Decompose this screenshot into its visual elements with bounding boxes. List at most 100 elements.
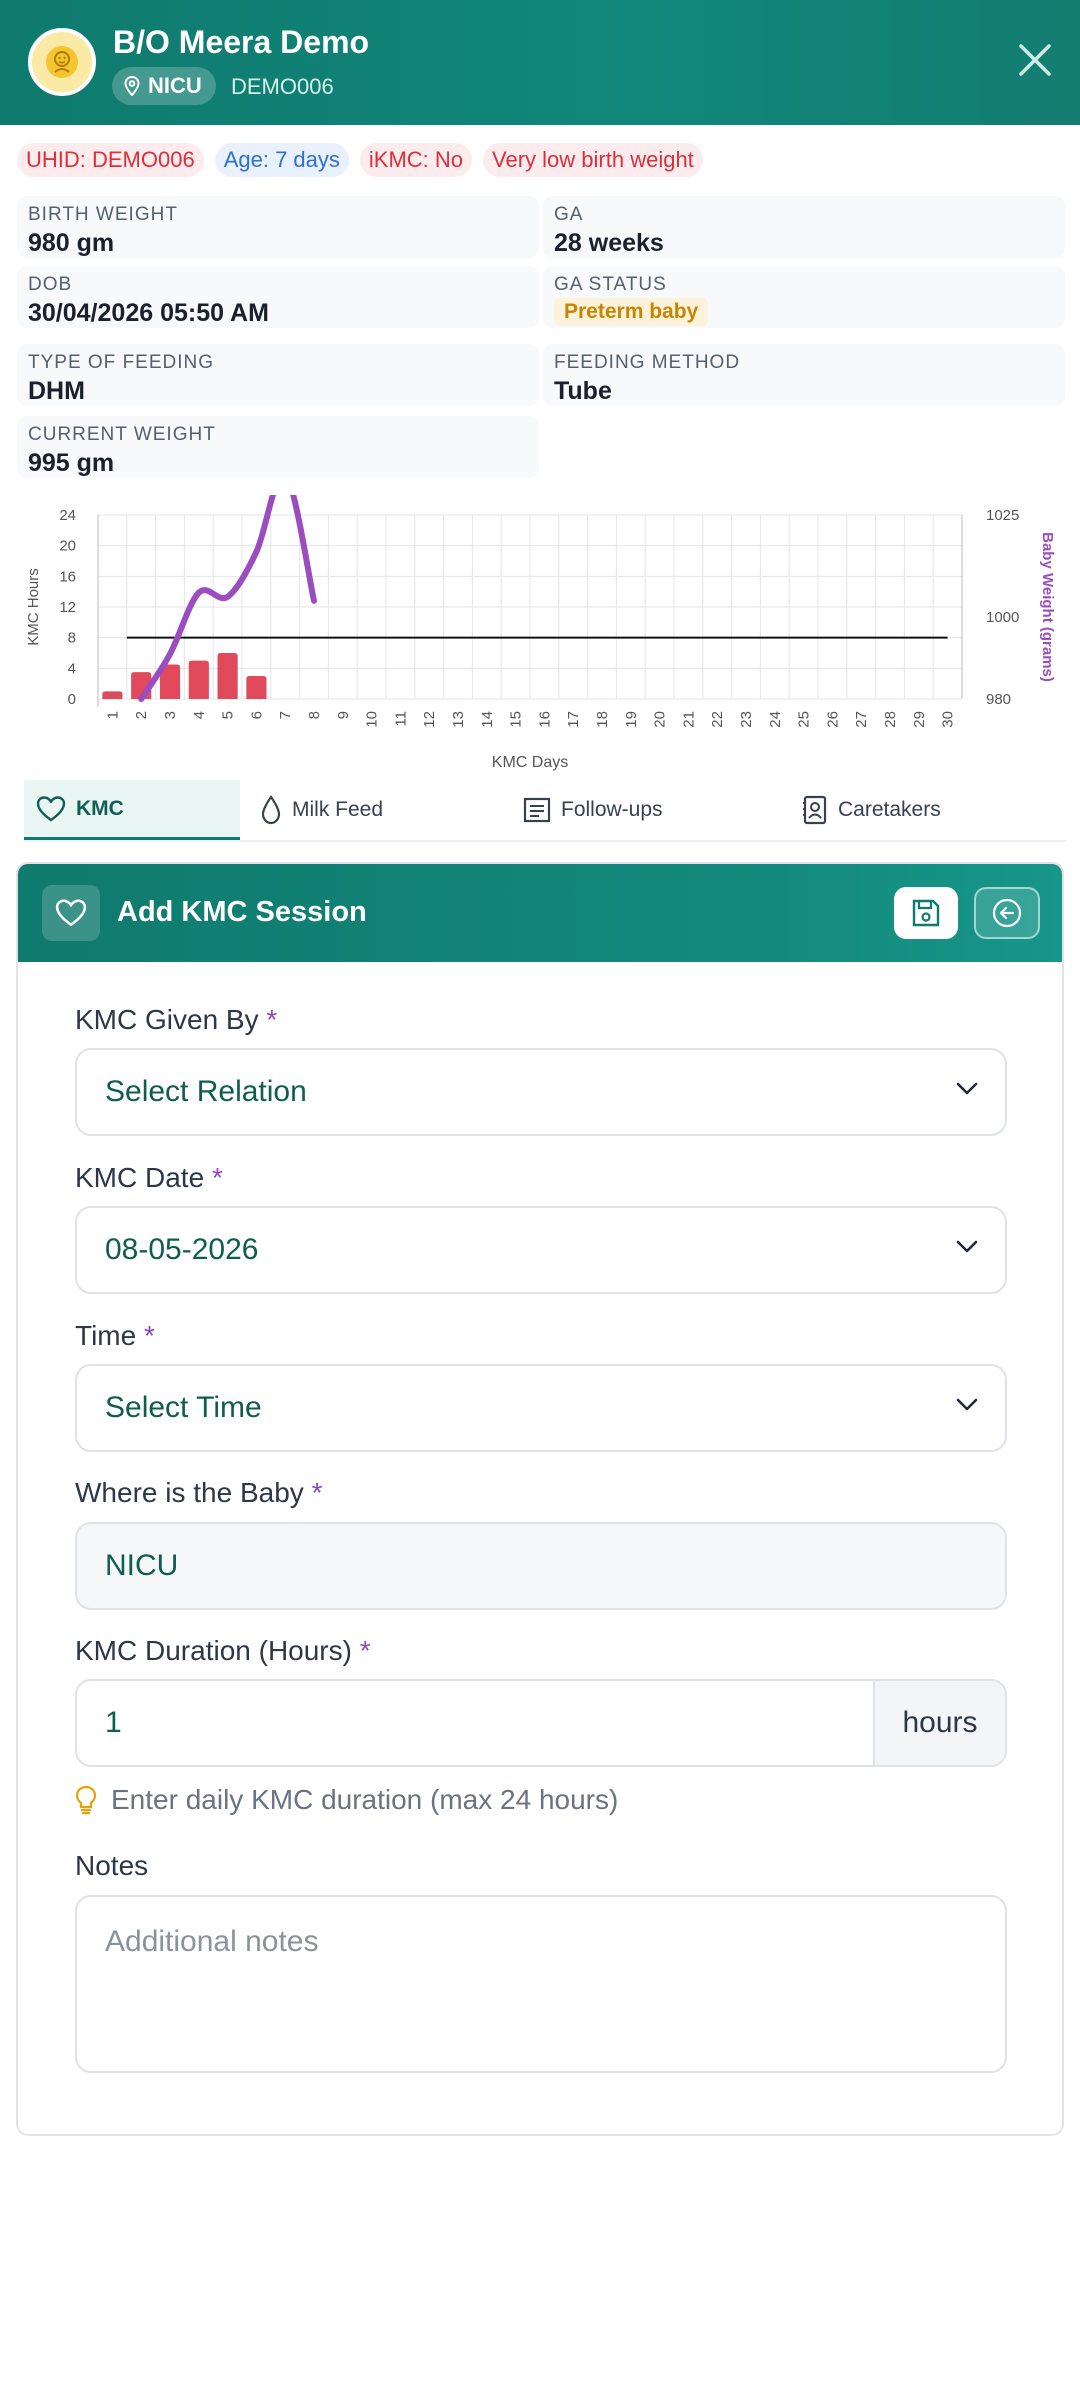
x-tick-label: 3 [162, 711, 179, 719]
given-by-value: Select Relation [105, 1075, 307, 1108]
x-tick-label: 18 [594, 711, 611, 728]
y-tick-label: 16 [59, 568, 76, 585]
tab-milk-feed[interactable]: Milk Feed [260, 780, 383, 840]
required-mark: * [359, 1635, 371, 1666]
given-by-select[interactable]: Select Relation [75, 1048, 1007, 1136]
y-tick-label: 0 [68, 691, 76, 708]
duration-field: 1 hours [75, 1679, 1007, 1767]
required-mark: * [143, 1320, 155, 1351]
tab-kmc-label: KMC [76, 796, 124, 820]
required-mark: * [311, 1477, 323, 1508]
current-weight-label: CURRENT WEIGHT [28, 424, 216, 445]
duration-hint-text: Enter daily KMC duration (max 24 hours) [111, 1784, 619, 1815]
required-mark: * [211, 1162, 223, 1193]
x-tick-label: 20 [652, 711, 669, 728]
patient-tags: UHID: DEMO006 Age: 7 days iKMC: No Very … [17, 143, 703, 177]
tab-follow-ups[interactable]: Follow-ups [523, 780, 663, 840]
duration-unit: hours [873, 1681, 1005, 1765]
x-tick-label: 7 [277, 711, 294, 719]
tab-kmc[interactable]: KMC [24, 780, 240, 840]
chevron-down-icon [956, 1082, 978, 1095]
x-tick-label: 30 [940, 711, 957, 728]
where-label-text: Where is the Baby [75, 1477, 304, 1508]
current-weight-card: CURRENT WEIGHT 995 gm [17, 416, 539, 478]
contact-icon [803, 795, 827, 825]
x-tick-label: 17 [565, 711, 582, 728]
kmc-hours-bar [188, 660, 209, 699]
birth-weight-category-chip: Very low birth weight [483, 143, 703, 177]
chevron-down-icon [956, 1240, 978, 1253]
x-tick-label: 23 [738, 711, 755, 728]
location-pin-icon [124, 76, 140, 96]
ga-card: GA 28 weeks [543, 196, 1065, 258]
card-heart-icon [42, 885, 100, 941]
card-title: Add KMC Session [117, 896, 367, 928]
feeding-method-card: FEEDING METHOD Tube [543, 344, 1065, 406]
duration-label-text: KMC Duration (Hours) [75, 1635, 352, 1666]
notes-textarea[interactable]: Additional notes [75, 1895, 1007, 2073]
dob-label: DOB [28, 274, 73, 295]
y2-axis-title: Baby Weight (grams) [1039, 532, 1056, 682]
x-tick-label: 25 [796, 711, 813, 728]
y2-tick-label: 980 [986, 691, 1011, 708]
kmc-hours-bar [102, 691, 123, 699]
x-tick-label: 13 [450, 711, 467, 728]
ga-status-card: GA STATUS Preterm baby [543, 266, 1065, 328]
ga-label: GA [554, 204, 584, 225]
birth-weight-card: BIRTH WEIGHT 980 gm [17, 196, 539, 258]
date-label: KMC Date * [75, 1162, 223, 1194]
date-label-text: KMC Date [75, 1162, 205, 1193]
age-chip: Age: 7 days [214, 143, 349, 177]
y-tick-label: 20 [59, 538, 76, 555]
back-button[interactable] [974, 887, 1040, 939]
location-badge: NICU [112, 67, 216, 105]
save-icon [912, 899, 940, 927]
patient-name: B/O Meera Demo [113, 24, 370, 60]
date-select[interactable]: 08-05-2026 [75, 1206, 1007, 1294]
feeding-type-card: TYPE OF FEEDING DHM [17, 344, 539, 406]
where-label: Where is the Baby * [75, 1477, 322, 1509]
close-icon[interactable] [1015, 40, 1055, 80]
tab-bar: KMC Milk Feed Follow-ups Caretakers [24, 780, 1066, 842]
lightbulb-icon [75, 1785, 97, 1815]
duration-hint: Enter daily KMC duration (max 24 hours) [75, 1784, 618, 1816]
tab-milk-feed-label: Milk Feed [292, 798, 384, 821]
ga-status-label: GA STATUS [554, 274, 667, 295]
x-tick-label: 1 [104, 711, 121, 719]
tab-caretakers-label: Caretakers [838, 798, 941, 821]
date-value: 08-05-2026 [105, 1233, 259, 1266]
x-tick-label: 12 [421, 711, 438, 728]
time-label: Time * [75, 1320, 155, 1352]
chevron-down-icon [956, 1398, 978, 1411]
x-tick-label: 9 [335, 711, 352, 719]
y-tick-label: 8 [68, 630, 76, 647]
x-tick-label: 22 [709, 711, 726, 728]
ga-status-badge: Preterm baby [554, 298, 709, 326]
birth-weight-value: 980 gm [28, 229, 115, 257]
x-tick-label: 19 [623, 711, 640, 728]
patient-id: DEMO006 [231, 74, 334, 99]
x-tick-label: 28 [882, 711, 899, 728]
x-tick-label: 8 [306, 711, 323, 719]
duration-input[interactable]: 1 [77, 1681, 873, 1765]
x-tick-label: 29 [911, 711, 928, 728]
save-button[interactable] [894, 887, 958, 939]
location-text: NICU [148, 73, 202, 98]
feeding-type-label: TYPE OF FEEDING [28, 352, 215, 373]
tab-caretakers[interactable]: Caretakers [802, 780, 941, 840]
document-icon [523, 797, 551, 823]
y-tick-label: 24 [59, 507, 76, 524]
feeding-method-label: FEEDING METHOD [554, 352, 741, 373]
x-tick-label: 15 [508, 711, 525, 728]
feeding-type-value: DHM [28, 377, 85, 405]
back-arrow-icon [992, 898, 1022, 928]
given-by-label: KMC Given By * [75, 1004, 277, 1036]
time-select[interactable]: Select Time [75, 1364, 1007, 1452]
x-tick-label: 10 [364, 711, 381, 728]
x-tick-label: 24 [767, 711, 784, 728]
x-tick-label: 6 [248, 711, 265, 719]
time-label-text: Time [75, 1320, 137, 1351]
where-value: NICU [105, 1549, 179, 1582]
dob-card: DOB 30/04/2026 05:50 AM [17, 266, 539, 328]
drop-icon [261, 795, 281, 825]
